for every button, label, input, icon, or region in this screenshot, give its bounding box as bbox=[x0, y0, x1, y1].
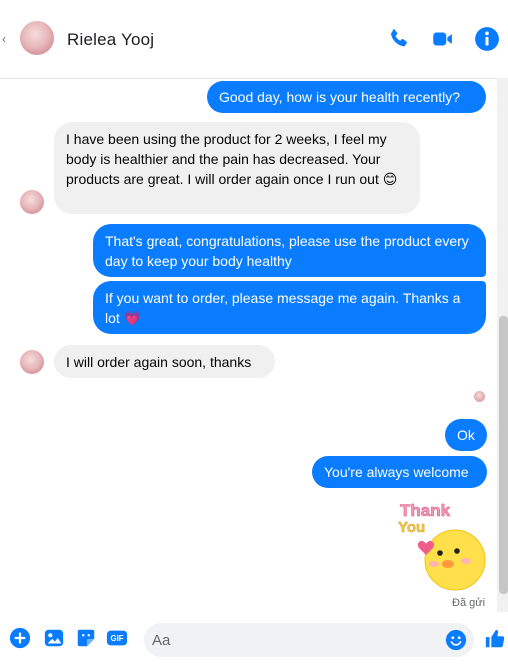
contact-avatar-small[interactable] bbox=[20, 190, 44, 214]
message-composer: GIF bbox=[0, 612, 508, 667]
message-bubble-outgoing[interactable]: Ok bbox=[445, 419, 487, 451]
message-text: That's great, congratulations, please us… bbox=[105, 233, 469, 269]
smiling-face-emoji-icon: 😊 bbox=[382, 171, 398, 187]
scrollbar-thumb[interactable] bbox=[499, 316, 508, 594]
plus-icon[interactable] bbox=[9, 627, 31, 649]
image-icon[interactable] bbox=[43, 627, 65, 649]
gif-icon[interactable]: GIF bbox=[105, 627, 129, 649]
message-bubble-outgoing[interactable]: You're always welcome bbox=[312, 456, 487, 488]
message-bubble-outgoing[interactable]: That's great, congratulations, please us… bbox=[93, 224, 486, 277]
message-bubble-outgoing[interactable]: Good day, how is your health recently? bbox=[207, 81, 486, 113]
thumbs-up-icon[interactable] bbox=[484, 627, 506, 651]
contact-avatar-small[interactable] bbox=[20, 350, 44, 374]
sticker-text-line1: Thank bbox=[400, 501, 451, 520]
heart-emoji-icon: 💗 bbox=[123, 310, 142, 326]
message-bubble-incoming[interactable]: I will order again soon, thanks bbox=[54, 345, 275, 378]
message-text: If you want to order, please message me … bbox=[105, 290, 461, 326]
message-text: You're always welcome bbox=[324, 464, 469, 480]
message-bubble-incoming[interactable]: I have been using the product for 2 week… bbox=[54, 122, 420, 214]
message-bubble-outgoing[interactable]: If you want to order, please message me … bbox=[93, 281, 486, 334]
message-text: Ok bbox=[457, 427, 475, 443]
seen-avatar-indicator bbox=[474, 391, 485, 402]
gif-label: GIF bbox=[111, 634, 124, 643]
phone-icon[interactable] bbox=[386, 26, 412, 52]
contact-name[interactable]: Rielea Yooj bbox=[67, 30, 154, 50]
info-icon[interactable] bbox=[474, 26, 500, 52]
message-text: Good day, how is your health recently? bbox=[219, 89, 460, 105]
back-chevron-icon[interactable]: ‹ bbox=[2, 32, 6, 46]
emoji-picker-icon[interactable] bbox=[445, 629, 467, 651]
contact-avatar[interactable] bbox=[20, 21, 54, 55]
thank-you-sticker[interactable]: Thank You bbox=[394, 498, 490, 594]
chat-header: ‹ Rielea Yooj bbox=[0, 0, 508, 79]
sticker-text-line2: You bbox=[398, 519, 425, 536]
message-text: I have been using the product for 2 week… bbox=[66, 131, 387, 187]
video-camera-icon[interactable] bbox=[430, 26, 456, 52]
sticker-icon[interactable] bbox=[75, 627, 97, 649]
message-text: I will order again soon, thanks bbox=[66, 354, 252, 370]
message-input[interactable] bbox=[144, 623, 474, 657]
sent-status-label: Đã gửi bbox=[452, 597, 486, 609]
